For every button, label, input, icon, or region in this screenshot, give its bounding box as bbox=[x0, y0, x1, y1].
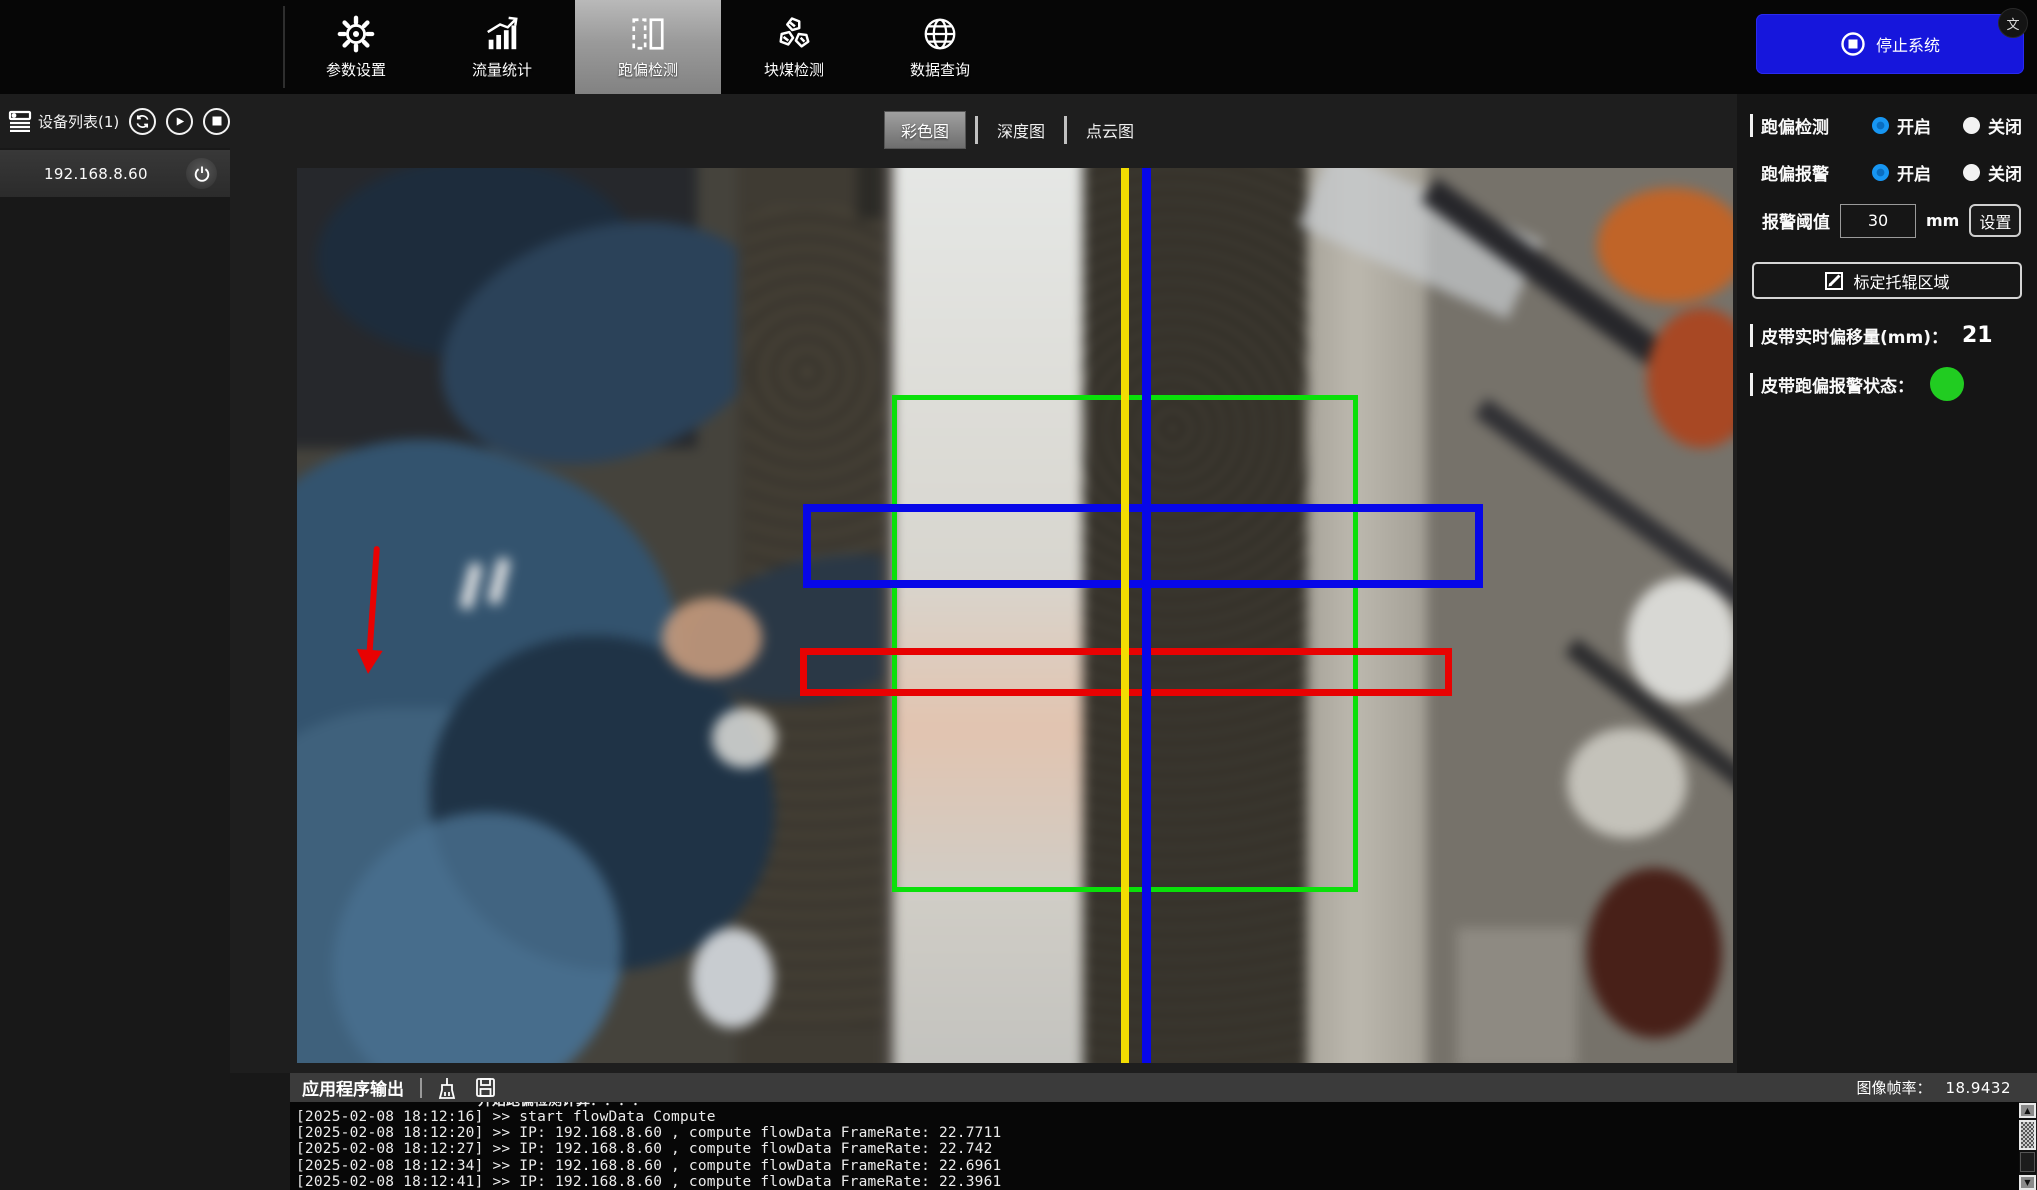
coal-blocks-icon bbox=[774, 14, 814, 54]
label-bar bbox=[1750, 161, 1753, 184]
toolbar-item-label: 流量统计 bbox=[472, 59, 532, 80]
belt-offset-value: 21 bbox=[1962, 323, 1993, 348]
stop-button[interactable] bbox=[203, 108, 230, 135]
translate-icon[interactable]: 文 bbox=[1998, 8, 2028, 38]
device-list-title: 设备列表(1) bbox=[38, 111, 119, 132]
deviation-alarm-radios: 开启 关闭 bbox=[1872, 155, 2022, 189]
stop-circle-icon bbox=[1840, 31, 1866, 57]
framerate-value: 18.9432 bbox=[1945, 1079, 2011, 1097]
alarm-status-indicator bbox=[1930, 367, 1964, 401]
save-log-icon[interactable] bbox=[472, 1076, 498, 1100]
label-bar bbox=[1750, 373, 1753, 396]
power-icon[interactable] bbox=[186, 158, 217, 189]
deviation-detect-off-radio[interactable] bbox=[1963, 117, 1980, 134]
on-label[interactable]: 开启 bbox=[1897, 113, 1931, 138]
play-button[interactable] bbox=[166, 108, 193, 135]
device-row[interactable]: 192.168.8.60 bbox=[0, 150, 230, 197]
off-label[interactable]: 关闭 bbox=[1988, 160, 2022, 185]
reference-line-yellow bbox=[1121, 168, 1129, 1063]
scrollbar-track[interactable] bbox=[2020, 1152, 2035, 1172]
tab-separator bbox=[1064, 116, 1067, 144]
belt-offset-row: 皮带实时偏移量(mm)： 21 bbox=[1750, 318, 1993, 352]
deviation-detect-row: 跑偏检测 bbox=[1750, 108, 1829, 142]
alarm-threshold-label: 报警阈值 bbox=[1762, 208, 1830, 233]
toolbar-item-label: 块煤检测 bbox=[764, 59, 824, 80]
toolbar-item-param-settings[interactable]: 参数设置 bbox=[283, 0, 429, 94]
toolbar-item-label: 数据查询 bbox=[910, 59, 970, 80]
tab-pointcloud-image[interactable]: 点云图 bbox=[1076, 118, 1144, 142]
alarm-threshold-input[interactable] bbox=[1840, 204, 1916, 238]
tab-depth-image[interactable]: 深度图 bbox=[987, 118, 1055, 142]
output-status-bar: 应用程序输出 图像帧率： 18.9432 bbox=[290, 1073, 2037, 1102]
log-scrollbar: ▲ ▼ bbox=[2019, 1103, 2036, 1190]
label-bar bbox=[1750, 114, 1753, 137]
belt-offset-label: 皮带实时偏移量(mm)： bbox=[1761, 323, 1948, 348]
on-label[interactable]: 开启 bbox=[1897, 160, 1931, 185]
belt-alarm-status-label: 皮带跑偏报警状态： bbox=[1761, 372, 1914, 397]
bar-chart-icon bbox=[482, 14, 522, 54]
app-output-label: 应用程序输出 bbox=[302, 1075, 404, 1100]
calibrate-button-label: 标定托辊区域 bbox=[1853, 269, 1949, 293]
tab-color-image[interactable]: 彩色图 bbox=[884, 111, 966, 149]
gear-icon bbox=[336, 14, 376, 54]
view-tabs: 彩色图 深度图 点云图 bbox=[884, 111, 1144, 149]
toolbar-item-deviation-detect[interactable]: 跑偏检测 bbox=[575, 0, 721, 94]
belt-center-line-blue bbox=[1142, 168, 1151, 1063]
device-ip: 192.168.8.60 bbox=[44, 165, 148, 183]
top-toolbar: 参数设置 流量统计 跑偏检测 块煤检测 数据查询 bbox=[0, 0, 2037, 94]
toolbar-item-label: 参数设置 bbox=[326, 59, 386, 80]
log-line: [2025-02-08 18:12:27] >> IP: 192.168.8.6… bbox=[290, 1141, 2019, 1157]
scroll-down-button[interactable]: ▼ bbox=[2019, 1175, 2036, 1190]
deviation-alarm-label: 跑偏报警 bbox=[1761, 160, 1829, 185]
framerate-status: 图像帧率： 18.9432 bbox=[1856, 1077, 2011, 1098]
refresh-devices-button[interactable] bbox=[129, 108, 156, 135]
deviation-alarm-on-radio[interactable] bbox=[1872, 164, 1889, 181]
device-sidebar: 设备列表(1) 192.168.8.60 bbox=[0, 94, 230, 1190]
deviation-alarm-off-radio[interactable] bbox=[1963, 164, 1980, 181]
deviation-detect-label: 跑偏检测 bbox=[1761, 113, 1829, 138]
deviation-alarm-row: 跑偏报警 bbox=[1750, 155, 1829, 189]
toolbar-item-coal-detect[interactable]: 块煤检测 bbox=[721, 0, 867, 94]
framerate-label: 图像帧率： bbox=[1856, 1077, 1931, 1098]
log-output: 开始跑偏检测计算！！！！ [2025-02-08 18:12:16] >> st… bbox=[290, 1102, 2019, 1190]
toolbar-item-label: 跑偏检测 bbox=[618, 59, 678, 80]
off-label[interactable]: 关闭 bbox=[1988, 113, 2022, 138]
label-bar bbox=[1750, 324, 1753, 347]
threshold-unit-label: mm bbox=[1926, 211, 1959, 230]
deviation-detect-radios: 开启 关闭 bbox=[1872, 108, 2022, 142]
log-line: [2025-02-08 18:12:20] >> IP: 192.168.8.6… bbox=[290, 1125, 2019, 1141]
calibrate-roller-region-button[interactable]: 标定托辊区域 bbox=[1752, 262, 2022, 299]
device-list-icon bbox=[8, 110, 32, 132]
log-partial-line: 开始跑偏检测计算！！！！ bbox=[290, 1102, 2019, 1109]
log-line: [2025-02-08 18:12:41] >> IP: 192.168.8.6… bbox=[290, 1174, 2019, 1190]
right-panel-background bbox=[1737, 94, 2037, 1073]
set-threshold-button[interactable]: 设置 bbox=[1969, 204, 2021, 237]
clear-log-icon[interactable] bbox=[434, 1076, 460, 1100]
log-line: [2025-02-08 18:12:34] >> IP: 192.168.8.6… bbox=[290, 1158, 2019, 1174]
alarm-threshold-row: 报警阈值 mm 设置 bbox=[1762, 203, 2021, 238]
deviation-detect-icon bbox=[628, 14, 668, 54]
belt-alarm-status-row: 皮带跑偏报警状态： bbox=[1750, 366, 1964, 402]
toolbar-item-data-query[interactable]: 数据查询 bbox=[867, 0, 1013, 94]
scroll-up-button[interactable]: ▲ bbox=[2019, 1103, 2036, 1118]
deviation-detect-on-radio[interactable] bbox=[1872, 117, 1889, 134]
separator bbox=[420, 1078, 422, 1098]
log-line: [2025-02-08 18:12:16] >> start flowData … bbox=[290, 1109, 2019, 1125]
camera-view bbox=[297, 168, 1733, 1063]
edit-region-icon bbox=[1824, 271, 1844, 291]
tab-separator bbox=[975, 116, 978, 144]
scrollbar-thumb[interactable] bbox=[2019, 1120, 2036, 1150]
globe-icon bbox=[920, 14, 960, 54]
toolbar-item-flow-stats[interactable]: 流量统计 bbox=[429, 0, 575, 94]
stop-system-label: 停止系统 bbox=[1876, 32, 1940, 56]
stop-system-button[interactable]: 停止系统 bbox=[1756, 14, 2024, 74]
app-window: 参数设置 流量统计 跑偏检测 块煤检测 数据查询 bbox=[0, 0, 2037, 1190]
